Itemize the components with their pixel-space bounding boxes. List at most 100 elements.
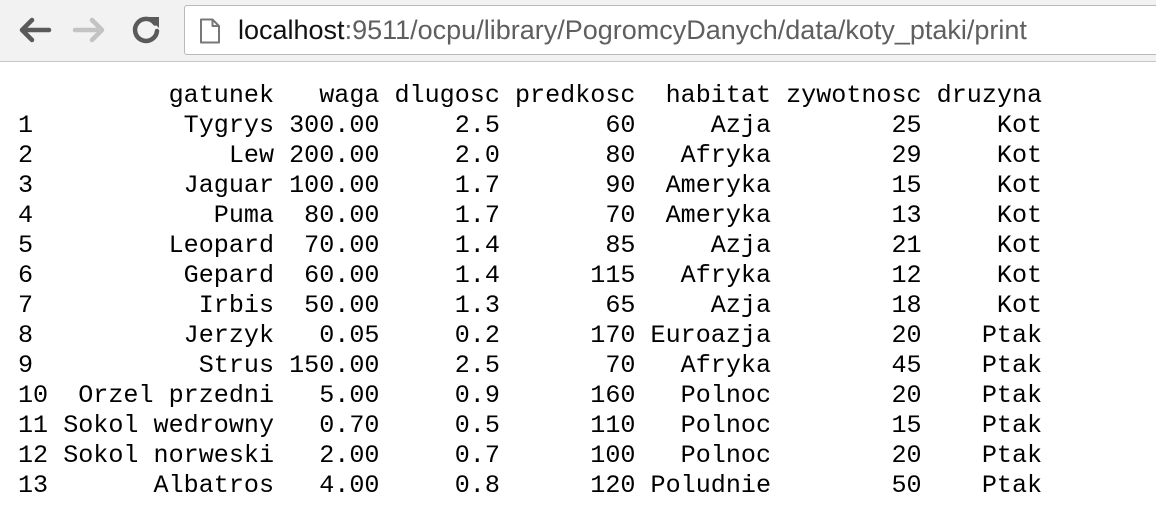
cell-habitat: Azja [650,291,772,320]
back-arrow-icon [19,17,52,43]
cell-waga: 50.00 [289,291,380,320]
row-index: 10 [18,381,49,410]
cell-zywotnosc: 20 [786,321,922,350]
cell-druzyna: Kot [936,261,1043,290]
cell-habitat: Polnoc [650,381,772,410]
cell-waga: 300.00 [289,111,380,140]
cell-zywotnosc: 21 [786,231,922,260]
cell-zywotnosc: 20 [786,381,922,410]
page-icon [200,18,220,44]
cell-waga: 4.00 [289,471,380,500]
cell-predkosc: 70 [514,351,636,380]
cell-waga: 0.70 [289,411,380,440]
table-row: 7 Irbis 50.00 1.3 65 Azja 18 Kot [18,291,1042,321]
row-index: 12 [18,441,49,470]
cell-druzyna: Kot [936,111,1043,140]
row-index: 6 [18,261,34,290]
cell-dlugosc: 0.2 [394,321,500,350]
cell-druzyna: Kot [936,231,1043,260]
data-frame-print: gatunek waga dlugosc predkosc habitat zy… [18,81,1042,501]
cell-predkosc: 85 [514,231,636,260]
table-row: 4 Puma 80.00 1.7 70 Ameryka 13 Kot [18,201,1042,231]
cell-gatunek: Irbis [63,291,275,320]
row-index: 8 [18,321,34,350]
table-row: 5 Leopard 70.00 1.4 85 Azja 21 Kot [18,231,1042,261]
cell-gatunek: Sokol norweski [63,441,275,470]
column-header-druzyna: druzyna [936,81,1043,110]
cell-waga: 70.00 [289,231,380,260]
table-row: 11 Sokol wedrowny 0.70 0.5 110 Polnoc 15… [18,411,1042,441]
cell-habitat: Ameryka [650,171,772,200]
cell-habitat: Polnoc [650,441,772,470]
cell-habitat: Azja [650,231,772,260]
cell-dlugosc: 1.7 [394,201,500,230]
cell-dlugosc: 1.7 [394,171,500,200]
cell-waga: 0.05 [289,321,380,350]
cell-dlugosc: 2.5 [394,351,500,380]
column-header-gatunek: gatunek [63,81,275,110]
reload-button[interactable] [126,10,166,50]
cell-dlugosc: 0.8 [394,471,500,500]
table-row: 6 Gepard 60.00 1.4 115 Afryka 12 Kot [18,261,1042,291]
cell-druzyna: Kot [936,201,1043,230]
cell-druzyna: Ptak [936,441,1043,470]
cell-druzyna: Ptak [936,381,1043,410]
cell-waga: 200.00 [289,141,380,170]
row-index: 3 [18,171,34,200]
cell-zywotnosc: 15 [786,411,922,440]
cell-gatunek: Jaguar [63,171,275,200]
cell-predkosc: 120 [514,471,636,500]
cell-druzyna: Kot [936,291,1043,320]
forward-button[interactable] [70,10,110,50]
cell-gatunek: Strus [63,351,275,380]
cell-gatunek: Gepard [63,261,275,290]
url-path: :9511/ocpu/library/PogromcyDanych/data/k… [344,15,1027,45]
cell-gatunek: Jerzyk [63,321,275,350]
cell-zywotnosc: 13 [786,201,922,230]
browser-toolbar: localhost:9511/ocpu/library/PogromcyDany… [0,0,1156,62]
column-header-zywotnosc: zywotnosc [786,81,922,110]
cell-druzyna: Ptak [936,471,1043,500]
cell-waga: 2.00 [289,441,380,470]
cell-habitat: Euroazja [650,321,772,350]
address-bar[interactable]: localhost:9511/ocpu/library/PogromcyDany… [184,5,1156,55]
row-index: 2 [18,141,34,170]
column-header-dlugosc: dlugosc [394,81,500,110]
cell-waga: 60.00 [289,261,380,290]
cell-habitat: Afryka [650,261,772,290]
cell-druzyna: Ptak [936,351,1043,380]
cell-habitat: Azja [650,111,772,140]
cell-dlugosc: 0.7 [394,441,500,470]
cell-zywotnosc: 20 [786,441,922,470]
cell-predkosc: 170 [514,321,636,350]
cell-druzyna: Ptak [936,321,1043,350]
address-bar-url: localhost:9511/ocpu/library/PogromcyDany… [238,14,1027,46]
cell-zywotnosc: 45 [786,351,922,380]
row-index: 5 [18,231,34,260]
row-index: 7 [18,291,34,320]
row-index: 1 [18,111,34,140]
table-row: 1 Tygrys 300.00 2.5 60 Azja 25 Kot [18,111,1042,141]
row-index: 11 [18,411,49,440]
row-index: 4 [18,201,34,230]
back-button[interactable] [14,10,54,50]
cell-dlugosc: 2.0 [394,141,500,170]
cell-predkosc: 100 [514,441,636,470]
table-row: 13 Albatros 4.00 0.8 120 Poludnie 50 Pta… [18,471,1042,501]
cell-waga: 5.00 [289,381,380,410]
cell-gatunek: Orzel przedni [63,381,275,410]
cell-dlugosc: 0.9 [394,381,500,410]
cell-predkosc: 70 [514,201,636,230]
cell-druzyna: Kot [936,171,1043,200]
cell-predkosc: 80 [514,141,636,170]
cell-gatunek: Albatros [63,471,275,500]
cell-zywotnosc: 29 [786,141,922,170]
url-host: localhost [238,15,345,45]
cell-predkosc: 65 [514,291,636,320]
cell-dlugosc: 1.3 [394,291,500,320]
column-header-predkosc: predkosc [514,81,636,110]
cell-habitat: Afryka [650,141,772,170]
cell-predkosc: 90 [514,171,636,200]
cell-habitat: Polnoc [650,411,772,440]
cell-zywotnosc: 50 [786,471,922,500]
